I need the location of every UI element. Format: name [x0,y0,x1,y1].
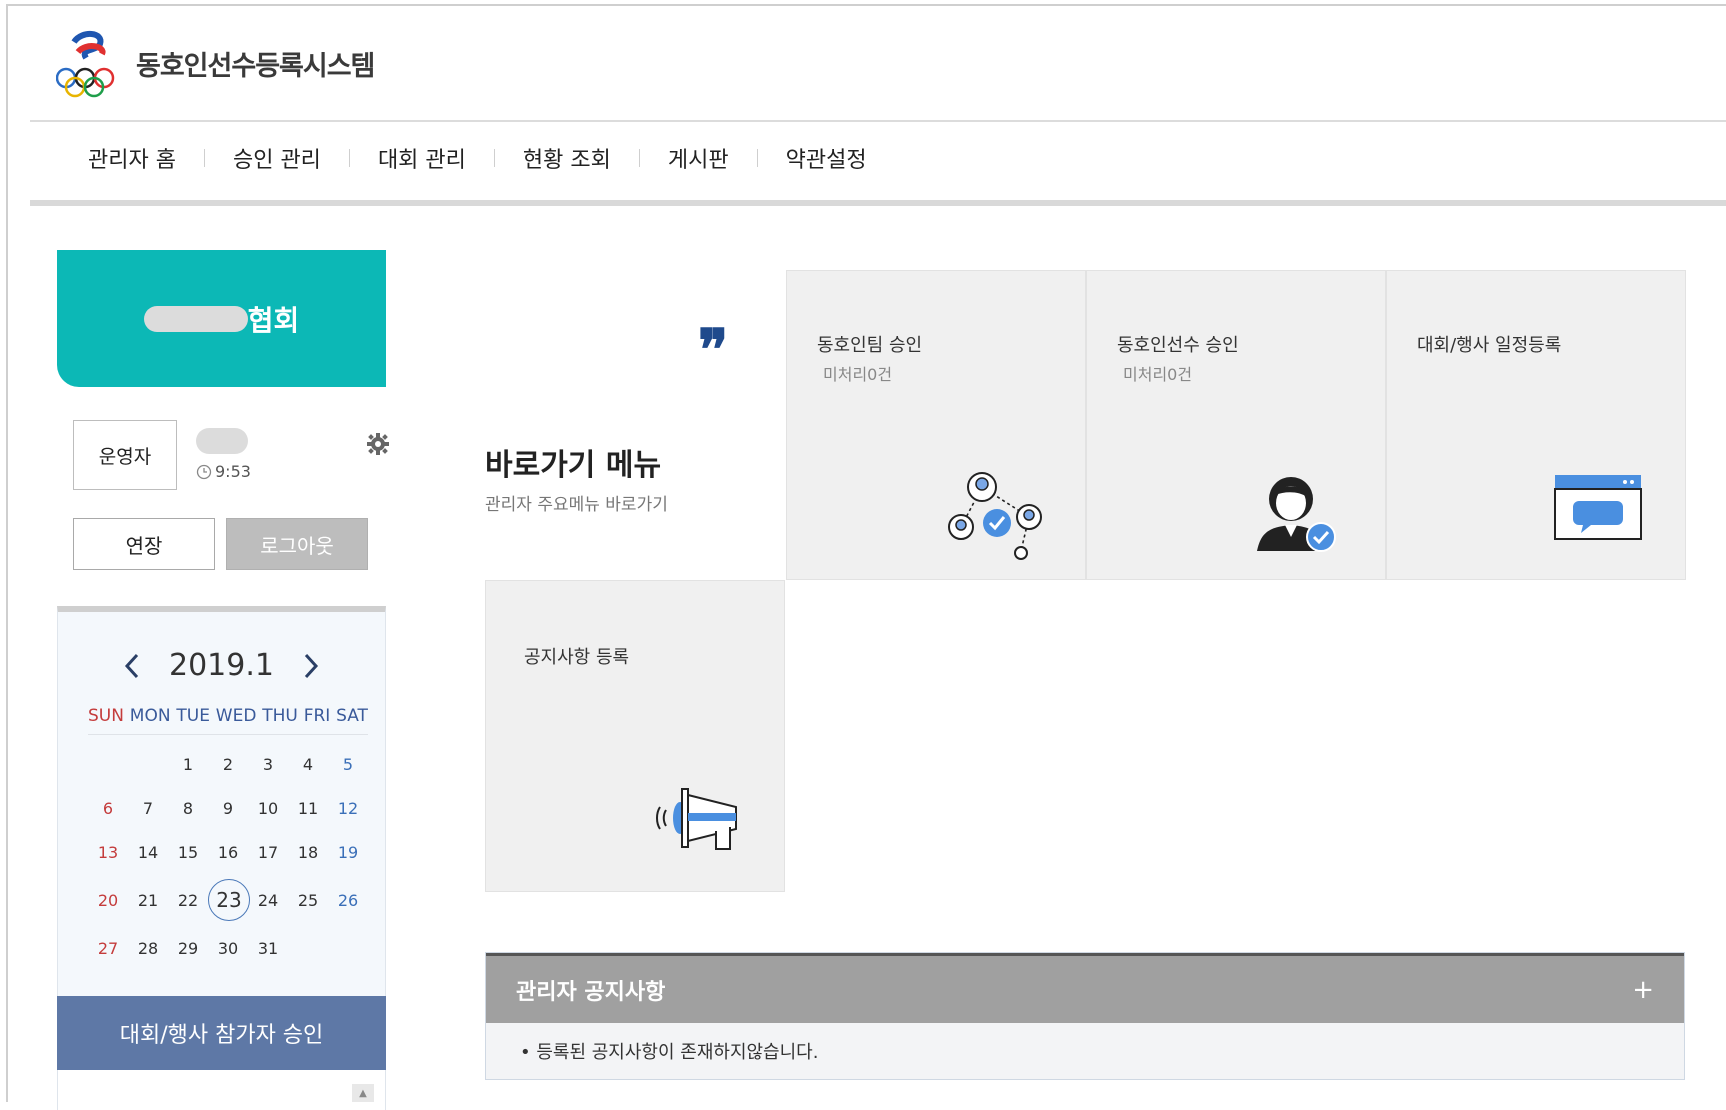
calendar-day[interactable]: 30 [208,939,248,958]
calendar-day[interactable]: 11 [288,799,328,818]
calendar-day[interactable]: 27 [88,939,128,958]
card-player-approval[interactable]: 동호인선수 승인 미처리0건 [1086,270,1386,580]
card-notice-register[interactable]: 공지사항 등록 [485,580,785,892]
weekday-label: TUE [176,706,210,726]
logout-button[interactable]: 로그아웃 [226,518,368,570]
main-nav: 관리자 홈 승인 관리 대회 관리 현황 조회 게시판 약관설정 [60,140,895,176]
nav-status[interactable]: 현황 조회 [495,142,639,174]
nav-divider [30,200,1726,206]
header-divider [30,120,1726,122]
network-check-icon [947,471,1057,565]
scroll-up-icon[interactable]: ▲ [352,1084,374,1102]
notice-empty-message: • 등록된 공지사항이 존재하지않습니다. [486,1023,1684,1079]
calendar-month: 2019.1 [169,648,274,683]
calendar-week: 12345 [88,742,368,786]
calendar-day[interactable]: 22 [168,891,208,910]
calendar-day[interactable]: 15 [168,843,208,862]
redacted-user [196,428,248,454]
calendar-day[interactable]: 29 [168,939,208,958]
calendar-day[interactable]: 13 [88,843,128,862]
nav-board[interactable]: 게시판 [640,142,757,174]
card-count: 미처리0건 [1123,365,1193,384]
association-suffix: 협회 [247,303,300,337]
redacted-name [143,305,248,332]
calendar-day[interactable]: 1 [168,755,208,774]
calendar-week: 27 28 29 30 31 [88,926,368,970]
calendar-day[interactable]: 4 [288,755,328,774]
gear-icon[interactable] [366,432,390,456]
chevron-right-icon[interactable] [300,651,322,681]
site-title: 동호인선수등록시스템 [136,50,375,82]
weekday-label: THU [262,706,298,726]
calendar-day[interactable]: 28 [128,939,168,958]
nav-terms[interactable]: 약관설정 [758,142,895,174]
card-title: 대회/행사 일정등록 [1417,335,1562,356]
session-timer: 9:53 [196,462,251,481]
calendar-day[interactable]: 23 [208,879,250,921]
calendar-day[interactable]: 10 [248,799,288,818]
calendar-day[interactable]: 21 [128,891,168,910]
calendar-day[interactable]: 14 [128,843,168,862]
extend-session-button[interactable]: 연장 [73,518,215,570]
card-title: 동호인선수 승인 [1117,335,1239,356]
calendar-grid: 1 2 3 4 5 6 7 8 9 10 11 12 13 14 15 16 17 18 19 20 21 22 23 24 2… [88,742,368,970]
notice-header: 관리자 공지사항 + [486,953,1684,1023]
calendar-day[interactable]: 25 [288,891,328,910]
approval-list [57,1070,386,1110]
calendar-day[interactable]: 7 [128,799,168,818]
card-title: 동호인팀 승인 [817,335,923,356]
weekday-label: SAT [336,706,368,726]
calendar-day[interactable]: 6 [88,799,128,818]
nav-competition[interactable]: 대회 관리 [350,142,494,174]
calendar-header: 2019.1 [58,648,385,683]
olympic-logo-icon [55,28,132,98]
card-count: 미처리0건 [823,365,893,384]
calendar-day[interactable]: 5 [328,755,368,774]
calendar-day[interactable]: 3 [248,755,288,774]
logo[interactable]: 동호인선수등록시스템 [55,28,375,98]
calendar-day[interactable]: 18 [288,843,328,862]
calendar-day[interactable]: 8 [168,799,208,818]
calendar-week: 6 7 8 9 10 11 12 [88,786,368,830]
calendar-day[interactable]: 19 [328,843,368,862]
plus-icon[interactable]: + [1632,975,1654,1005]
nav-approval[interactable]: 승인 관리 [205,142,349,174]
calendar-day[interactable]: 20 [88,891,128,910]
person-check-icon [1251,471,1341,561]
card-schedule-register[interactable]: 대회/행사 일정등록 [1386,270,1686,580]
calendar-day[interactable]: 12 [328,799,368,818]
nav-admin-home[interactable]: 관리자 홈 [60,142,204,174]
window-chat-icon [1553,473,1643,547]
weekday-label: WED [215,706,257,726]
calendar-day[interactable]: 26 [328,891,368,910]
session-time: 9:53 [215,462,251,481]
calendar-today[interactable]: 23 [208,879,250,921]
calendar-week: 20 21 22 23 24 25 26 [88,874,368,926]
weekday-label: SUN [88,706,124,726]
card-title: 공지사항 등록 [524,647,630,668]
clock-icon [196,464,212,479]
calendar-day[interactable]: 31 [248,939,288,958]
notice-title: 관리자 공지사항 [516,979,666,1005]
chevron-left-icon[interactable] [121,651,143,681]
role-label: 운영자 [73,420,177,490]
association-banner: 협회 [57,250,386,387]
calendar-day[interactable]: 24 [248,891,288,910]
card-team-approval[interactable]: 동호인팀 승인 미처리0건 [786,270,1086,580]
calendar-day[interactable]: 16 [208,843,248,862]
participant-approval-button[interactable]: 대회/행사 참가자 승인 [57,996,386,1070]
megaphone-icon [650,783,750,857]
weekday-label: MON [129,706,171,726]
calendar-day[interactable]: 9 [208,799,248,818]
calendar-week: 13 14 15 16 17 18 19 [88,830,368,874]
calendar-weekdays: SUN MON TUE WED THU FRI SAT [88,706,368,735]
quote-mark-icon: ❞ [698,317,729,383]
calendar-day[interactable]: 2 [208,755,248,774]
calendar: 2019.1 SUN MON TUE WED THU FRI SAT 12345… [57,606,386,996]
shortcut-subtitle: 관리자 주요메뉴 바로가기 [485,495,668,515]
calendar-day[interactable]: 17 [248,843,288,862]
admin-notice-panel: 관리자 공지사항 + • 등록된 공지사항이 존재하지않습니다. [485,952,1685,1080]
shortcut-title: 바로가기 메뉴 [485,448,662,483]
weekday-label: FRI [303,706,331,726]
